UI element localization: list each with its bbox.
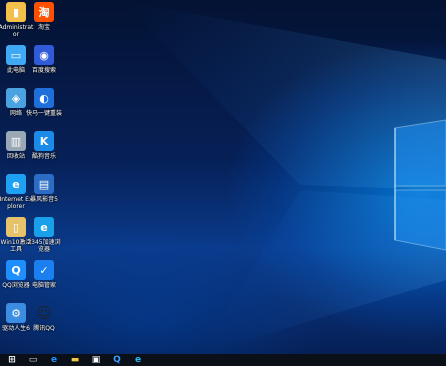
desktop-icon-pc-manager[interactable]: ✓ 电脑管家 (28, 260, 60, 289)
driver-life-icon: ⚙ (6, 303, 26, 323)
taobao-icon: 淘 (34, 2, 54, 22)
desktop-icon-kuaima[interactable]: ◐ 快马一键重装 (26, 88, 63, 117)
tencent-qq-icon: ☺ (36, 304, 52, 322)
user-folder-icon: ▮ (6, 2, 26, 22)
taskbar-browser-2345-button[interactable]: e (129, 354, 147, 366)
task-view-icon: ▭ (28, 355, 38, 365)
recycle-bin-icon: ▥ (6, 131, 26, 151)
desktop-icon-label: 百度搜索 (31, 67, 56, 74)
taskbar-store-button[interactable]: ▣ (87, 354, 105, 366)
edge-browser-icon: e (50, 355, 58, 365)
taskbar-file-explorer-button[interactable]: ▬ (66, 354, 84, 366)
taskbar-qq-browser-button[interactable]: Q (108, 354, 126, 366)
kugou-icon: K (34, 131, 54, 151)
desktop-icon-kugou[interactable]: K 酷狗音乐 (28, 131, 60, 160)
desktop-icon-taobao[interactable]: 淘淘宝 (28, 2, 60, 31)
desktop-icon-browser-2345[interactable]: e 2345加速浏览器 (27, 217, 61, 253)
internet-explorer-icon: e (6, 174, 26, 194)
desktop-icon-label: 电脑管家 (31, 282, 56, 289)
baofeng-icon: ▤ (34, 174, 54, 194)
desktop-icon-label: 腾讯QQ (33, 325, 55, 332)
taskbar-task-view-button[interactable]: ▭ (24, 354, 42, 366)
qq-browser-icon: Q (6, 260, 26, 280)
desktop-icon-label: 淘宝 (37, 24, 50, 31)
kuaima-icon: ◐ (34, 88, 54, 108)
computer-icon: ▭ (6, 45, 26, 65)
pc-manager-icon: ✓ (34, 260, 54, 280)
windows-start-icon: ⊞ (8, 355, 16, 365)
desktop-icon-baofeng[interactable]: ▤ 暴风影音5 (28, 174, 60, 203)
file-explorer-icon: ▬ (70, 355, 80, 365)
browser-2345-icon: e (34, 217, 54, 237)
taskbar-edge-browser-button[interactable]: e (45, 354, 63, 366)
baidu-icon: ◉ (34, 45, 54, 65)
taskbar: ⊞ ▭ e ▬ ▣ Qe (0, 354, 446, 366)
desktop-icon-label: 酷狗音乐 (31, 153, 56, 160)
browser-2345-icon: e (134, 355, 142, 365)
desktop-icon-baidu[interactable]: ◉ 百度搜索 (28, 45, 60, 74)
store-icon: ▣ (91, 355, 101, 365)
activation-tool-icon: ▯ (6, 217, 26, 237)
desktop-wallpaper (0, 0, 446, 354)
desktop-icon-label: 快马一键重装 (26, 110, 63, 117)
windows-logo-light (120, 0, 446, 354)
desktop-icon-label: 暴风影音5 (30, 196, 58, 203)
network-icon: ◈ (6, 88, 26, 108)
qq-browser-icon: Q (113, 355, 121, 365)
taskbar-windows-start-button[interactable]: ⊞ (3, 354, 21, 366)
desktop-icon-label: 2345加速浏览器 (27, 239, 61, 253)
desktop-icon-tencent-qq[interactable]: ☺ 腾讯QQ (28, 303, 60, 332)
